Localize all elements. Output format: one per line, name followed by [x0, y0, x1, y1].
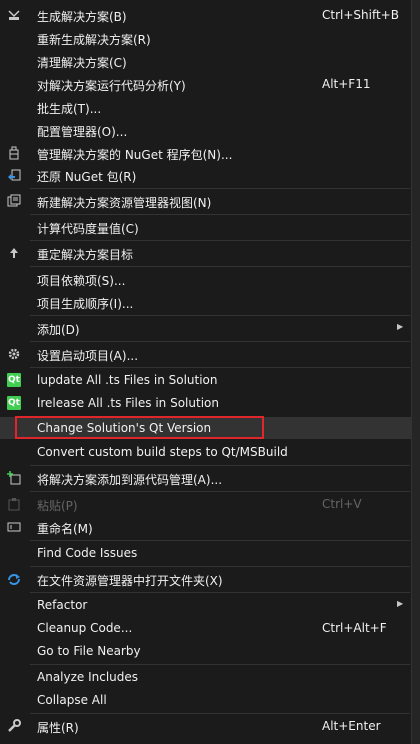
- menu-label: 清理解决方案(C): [37, 56, 127, 70]
- menu-shortcut: Ctrl+V: [322, 497, 362, 511]
- menu-item-analyze-includes[interactable]: Analyze Includes: [0, 666, 411, 688]
- menu-shortcut: Ctrl+Shift+B: [322, 8, 399, 22]
- menu-item-add[interactable]: 添加(D) ▶: [0, 317, 411, 339]
- menu-item-convert-qt-msbuild[interactable]: Convert custom build steps to Qt/MSBuild: [0, 441, 411, 463]
- menu-label: lrelease All .ts Files in Solution: [37, 396, 219, 410]
- menu-separator: [30, 266, 410, 267]
- menu-item-batch-build[interactable]: 批生成(T)...: [0, 96, 411, 118]
- menu-item-new-solution-view[interactable]: 新建解决方案资源管理器视图(N): [0, 190, 411, 212]
- menu-label: 批生成(T)...: [37, 102, 102, 116]
- highlight-box: [15, 416, 264, 439]
- menu-item-restore-nuget[interactable]: 还原 NuGet 包(R): [0, 164, 411, 186]
- menu-label: Cleanup Code...: [37, 621, 133, 635]
- menu-label: 添加(D): [37, 323, 80, 337]
- refresh-arrow-icon: [6, 571, 22, 587]
- menu-separator: [30, 367, 410, 368]
- menu-label: Collapse All: [37, 693, 107, 707]
- menu-label: Analyze Includes: [37, 670, 139, 684]
- menu-item-retarget[interactable]: 重定解决方案目标: [0, 242, 411, 264]
- menu-item-open-in-explorer[interactable]: 在文件资源管理器中打开文件夹(X): [0, 568, 411, 590]
- add-source-control-icon: [6, 470, 22, 486]
- menu-item-add-source-control[interactable]: 将解决方案添加到源代码管理(A)...: [0, 467, 411, 489]
- submenu-arrow-icon: ▶: [397, 599, 404, 608]
- menu-label: Refactor: [37, 598, 88, 612]
- menu-item-rebuild-solution[interactable]: 重新生成解决方案(R): [0, 27, 411, 49]
- menu-separator: [30, 491, 410, 492]
- menu-separator: [30, 566, 410, 567]
- background-editor-edge: [412, 0, 420, 744]
- menu-label: 项目生成顺序(I)...: [37, 297, 134, 311]
- menu-separator: [30, 341, 410, 342]
- menu-label: 粘贴(P): [37, 499, 78, 513]
- menu-separator: [30, 188, 410, 189]
- menu-label: 重新生成解决方案(R): [37, 33, 151, 47]
- menu-item-properties[interactable]: 属性(R) Alt+Enter: [0, 715, 411, 737]
- menu-label: 在文件资源管理器中打开文件夹(X): [37, 574, 223, 588]
- menu-shortcut: Alt+Enter: [322, 719, 381, 733]
- build-icon: [6, 7, 22, 23]
- menu-item-paste[interactable]: 粘贴(P) Ctrl+V: [0, 493, 411, 515]
- menu-label: 重命名(M): [37, 522, 93, 536]
- menu-label: 新建解决方案资源管理器视图(N): [37, 196, 212, 210]
- menu-item-config-manager[interactable]: 配置管理器(O)...: [0, 119, 411, 141]
- menu-item-rename[interactable]: 重命名(M): [0, 516, 411, 538]
- menu-shortcut: Alt+F11: [322, 77, 371, 91]
- menu-item-code-metrics[interactable]: 计算代码度量值(C): [0, 216, 411, 238]
- menu-label: 属性(R): [37, 721, 79, 735]
- menu-label: 管理解决方案的 NuGet 程序包(N)...: [37, 148, 233, 162]
- menu-label: 生成解决方案(B): [37, 10, 127, 24]
- menu-item-find-code-issues[interactable]: Find Code Issues: [0, 542, 411, 564]
- menu-separator: [30, 240, 410, 241]
- menu-item-code-analysis[interactable]: 对解决方案运行代码分析(Y) Alt+F11: [0, 73, 411, 95]
- menu-shortcut: Ctrl+Alt+F: [322, 621, 387, 635]
- qt-icon: Qt: [7, 373, 21, 387]
- menu-item-set-startup[interactable]: 设置启动项目(A)...: [0, 343, 411, 365]
- menu-item-build-solution[interactable]: 生成解决方案(B) Ctrl+Shift+B: [0, 4, 411, 26]
- paste-icon: [6, 496, 22, 512]
- qt-icon: Qt: [7, 396, 21, 410]
- menu-label: 计算代码度量值(C): [37, 222, 139, 236]
- menu-separator: [30, 592, 410, 593]
- submenu-arrow-icon: ▶: [397, 322, 404, 331]
- menu-label: 设置启动项目(A)...: [37, 349, 139, 363]
- menu-item-manage-nuget[interactable]: 管理解决方案的 NuGet 程序包(N)...: [0, 142, 411, 164]
- gear-icon: [6, 346, 22, 362]
- context-menu: 生成解决方案(B) Ctrl+Shift+B 重新生成解决方案(R) 清理解决方…: [0, 0, 412, 744]
- menu-label: Convert custom build steps to Qt/MSBuild: [37, 445, 288, 459]
- menu-label: 还原 NuGet 包(R): [37, 170, 137, 184]
- menu-item-lrelease[interactable]: Qt lrelease All .ts Files in Solution: [0, 392, 411, 414]
- menu-label: 配置管理器(O)...: [37, 125, 128, 139]
- menu-item-refactor[interactable]: Refactor ▶: [0, 594, 411, 616]
- nuget-package-icon: [6, 145, 22, 161]
- menu-separator: [30, 465, 410, 466]
- rename-icon: [6, 519, 22, 535]
- menu-label: 将解决方案添加到源代码管理(A)...: [37, 473, 223, 487]
- menu-separator: [30, 214, 410, 215]
- menu-item-go-to-file-nearby[interactable]: Go to File Nearby: [0, 640, 411, 662]
- menu-item-project-deps[interactable]: 项目依赖项(S)...: [0, 268, 411, 290]
- menu-label: 重定解决方案目标: [37, 248, 134, 262]
- menu-separator: [30, 664, 410, 665]
- menu-separator: [30, 315, 410, 316]
- menu-label: Go to File Nearby: [37, 644, 141, 658]
- menu-separator: [30, 713, 410, 714]
- menu-label: 对解决方案运行代码分析(Y): [37, 79, 186, 93]
- menu-label: lupdate All .ts Files in Solution: [37, 373, 218, 387]
- menu-item-clean-solution[interactable]: 清理解决方案(C): [0, 50, 411, 72]
- menu-label: 项目依赖项(S)...: [37, 274, 126, 288]
- restore-package-icon: [6, 167, 22, 183]
- wrench-icon: [6, 718, 22, 734]
- solution-view-icon: [6, 193, 22, 209]
- menu-item-lupdate[interactable]: Qt lupdate All .ts Files in Solution: [0, 369, 411, 391]
- menu-item-collapse-all[interactable]: Collapse All: [0, 689, 411, 711]
- up-arrow-icon: [6, 245, 22, 261]
- menu-item-build-order[interactable]: 项目生成顺序(I)...: [0, 291, 411, 313]
- menu-item-cleanup-code[interactable]: Cleanup Code... Ctrl+Alt+F: [0, 617, 411, 639]
- menu-label: Find Code Issues: [37, 546, 138, 560]
- menu-separator: [30, 540, 410, 541]
